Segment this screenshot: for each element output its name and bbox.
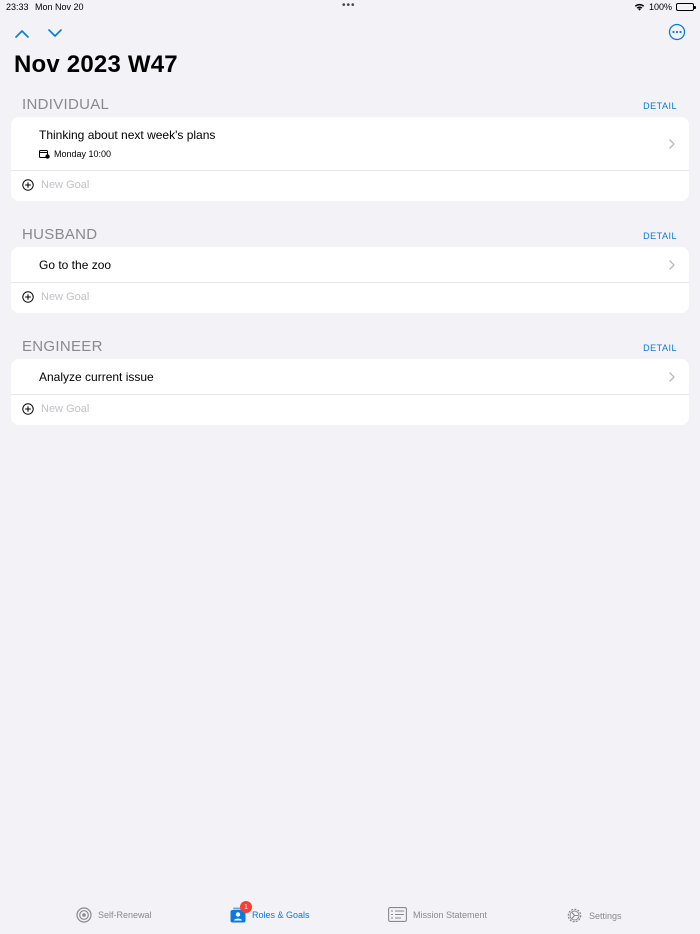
goal-label: Go to the zoo [39,258,112,272]
more-options-button[interactable] [666,21,688,43]
goals-card: Thinking about next week's plans Monday … [11,117,689,201]
ellipsis-circle-icon [668,23,686,41]
chevron-right-icon [669,260,675,270]
tab-roles-goals[interactable]: 1 Roles & Goals [230,901,310,923]
section-title: ENGINEER [22,338,103,355]
wifi-icon [634,3,645,11]
new-goal-row[interactable]: New Goal [11,283,689,313]
page-title: Nov 2023 W47 [14,51,178,78]
tab-self-renewal[interactable]: Self-Renewal [76,907,152,923]
status-time: 23:33 [6,2,29,12]
section-husband: HUSBAND DETAIL Go to the zoo New Goal [11,226,689,313]
new-goal-row[interactable]: New Goal [11,171,689,201]
tab-label: Mission Statement [413,909,488,920]
tab-label: Settings [589,910,622,921]
notification-badge: 1 [240,901,252,913]
new-goal-placeholder: New Goal [41,403,90,415]
goals-card: Analyze current issue New Goal [11,359,689,425]
status-bar: 23:33 Mon Nov 20 ••• 100% [0,0,700,14]
new-goal-placeholder: New Goal [41,291,90,303]
plus-circle-icon [22,179,34,191]
goal-row[interactable]: Analyze current issue [11,359,689,395]
section-title: HUSBAND [22,226,98,243]
detail-button[interactable]: DETAIL [643,101,677,111]
status-date: Mon Nov 20 [35,2,84,12]
battery-percent: 100% [648,2,672,12]
goal-label: Thinking about next week's plans [39,128,216,142]
new-goal-placeholder: New Goal [41,179,90,191]
section-header: HUSBAND DETAIL [11,226,689,246]
calendar-clock-icon [39,150,50,159]
battery-icon [676,3,696,11]
goals-card: Go to the zoo New Goal [11,247,689,313]
tab-settings[interactable]: Settings [566,907,622,924]
chevron-right-icon [669,372,675,382]
mission-statement-icon [388,907,407,922]
plus-circle-icon [22,291,34,303]
tab-label: Self-Renewal [98,910,152,920]
gear-icon [567,908,582,923]
chevron-down-icon [48,28,62,37]
goal-label: Analyze current issue [39,370,154,384]
tab-mission-statement[interactable]: Mission Statement [388,907,487,922]
tab-label: Roles & Goals [252,910,310,920]
goal-row[interactable]: Go to the zoo [11,247,689,283]
target-icon [76,907,92,923]
status-right: 100% [634,2,696,12]
plus-circle-icon [22,403,34,415]
goal-schedule-text: Monday 10:00 [54,149,112,159]
roles-icon-wrap: 1 [230,901,252,923]
section-title: INDIVIDUAL [22,96,110,113]
goal-row[interactable]: Thinking about next week's plans Monday … [11,117,689,171]
section-individual: INDIVIDUAL DETAIL Thinking about next we… [11,96,689,201]
section-engineer: ENGINEER DETAIL Analyze current issue Ne… [11,338,689,425]
chevron-up-icon [15,29,29,38]
previous-week-button[interactable] [11,22,33,44]
goal-schedule: Monday 10:00 [39,149,111,159]
section-header: ENGINEER DETAIL [11,338,689,358]
tab-bar: Self-Renewal 1 Roles & Goals Mission Sta… [0,896,700,934]
detail-button[interactable]: DETAIL [643,231,677,241]
next-week-button[interactable] [44,22,66,44]
nav-bar [0,20,700,44]
chevron-right-icon [669,139,675,149]
multitasking-dots-icon[interactable]: ••• [342,0,356,11]
section-header: INDIVIDUAL DETAIL [11,96,689,116]
new-goal-row[interactable]: New Goal [11,395,689,425]
detail-button[interactable]: DETAIL [643,343,677,353]
